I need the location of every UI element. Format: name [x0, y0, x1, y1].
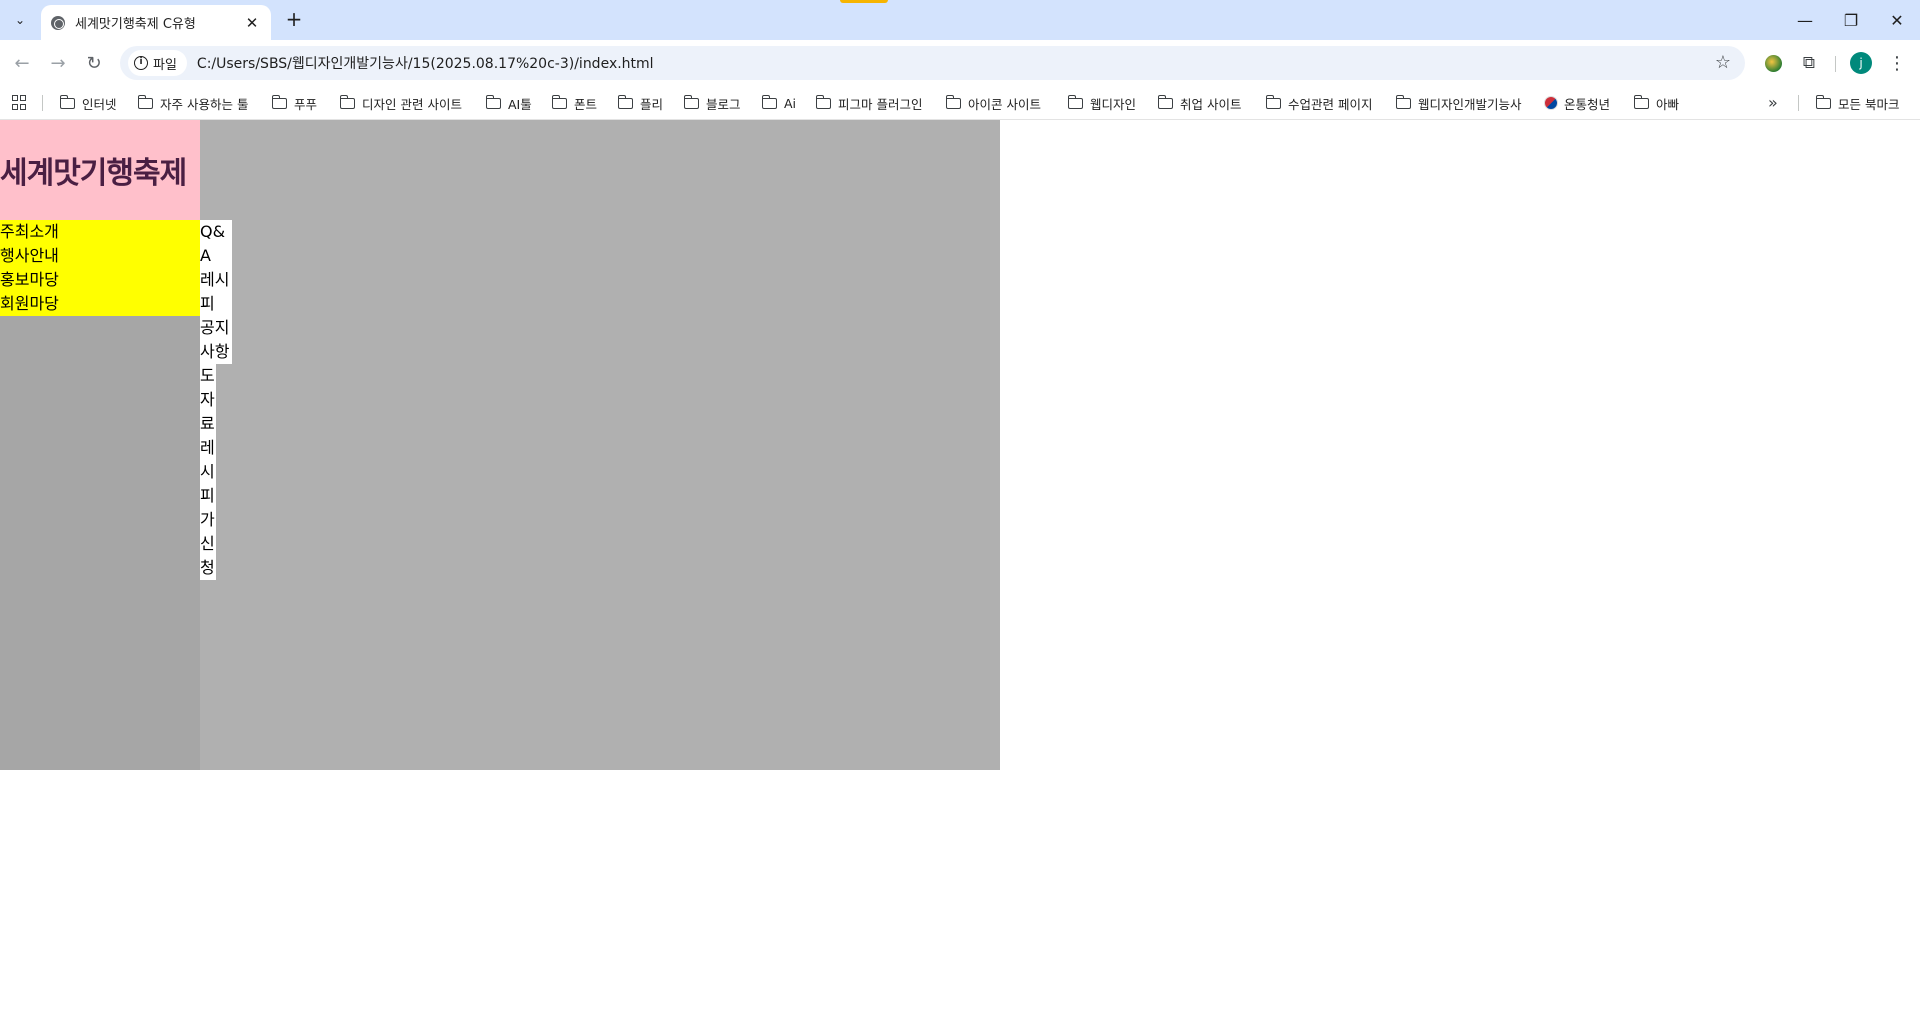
- bookmarks-divider: [1798, 95, 1799, 111]
- minimize-icon[interactable]: —: [1782, 6, 1828, 34]
- reload-icon[interactable]: ↻: [80, 49, 108, 77]
- submenu-item-recipe-apply[interactable]: 레시피가신청: [200, 436, 216, 580]
- browser-toolbar: ← → ↻ i 파일 C:/Users/SBS/웹디자인개발기능사/15(202…: [0, 40, 1920, 86]
- url-text[interactable]: C:/Users/SBS/웹디자인개발기능사/15(2025.08.17%20c…: [197, 53, 654, 73]
- tab-close-icon[interactable]: ✕: [243, 14, 261, 32]
- bookmark-star-icon[interactable]: ☆: [1715, 52, 1731, 73]
- forward-arrow-icon[interactable]: →: [44, 49, 72, 77]
- folder-icon: [761, 94, 777, 109]
- page-viewport: 세계맛기행축제 주최소개 행사안내 홍보마당 회원마당 Q&A 레시피 공지사항…: [0, 120, 1920, 1035]
- address-bar[interactable]: i 파일 C:/Users/SBS/웹디자인개발기능사/15(2025.08.1…: [120, 46, 1745, 80]
- bookmark-link[interactable]: 온통청년: [1544, 86, 1610, 120]
- back-arrow-icon[interactable]: ←: [8, 49, 36, 77]
- bookmark-folder[interactable]: Ai: [761, 86, 796, 120]
- bookmark-folder[interactable]: 디자인 관련 사이트: [339, 86, 462, 120]
- tab-group-indicator: [840, 0, 888, 3]
- bookmark-folder[interactable]: 폰트: [551, 86, 597, 120]
- globe-icon: [51, 15, 65, 30]
- new-tab-plus-icon[interactable]: +: [282, 8, 306, 32]
- bookmark-folder[interactable]: 플리: [617, 86, 663, 120]
- submenu-item-qna[interactable]: Q&A: [200, 220, 232, 268]
- folder-icon: [551, 94, 567, 109]
- bookmark-folder[interactable]: 아빠: [1633, 86, 1679, 120]
- folder-icon: [271, 94, 287, 109]
- bookmark-folder[interactable]: 블로그: [683, 86, 741, 120]
- left-column: 세계맛기행축제 주최소개 행사안내 홍보마당 회원마당: [0, 120, 200, 770]
- menu-item-host-intro[interactable]: 주최소개: [0, 220, 200, 244]
- profile-initial: j: [1850, 52, 1872, 74]
- menu-item-members[interactable]: 회원마당: [0, 292, 200, 316]
- info-icon: i: [134, 56, 148, 70]
- active-tab[interactable]: 세계맛기행축제 C유형 ✕: [41, 5, 271, 40]
- bookmark-folder[interactable]: 인터넷: [59, 86, 117, 120]
- folder-icon: [1157, 94, 1173, 109]
- site-chip-label: 파일: [153, 57, 177, 73]
- profile-avatar[interactable]: j: [1848, 50, 1874, 76]
- bookmark-folder[interactable]: 취업 사이트: [1157, 86, 1241, 120]
- apps-grid-icon[interactable]: [12, 95, 28, 111]
- bookmark-folder[interactable]: 푸푸: [271, 86, 317, 120]
- bookmark-folder[interactable]: 아이콘 사이트: [945, 86, 1041, 120]
- tab-title: 세계맛기행축제 C유형: [75, 17, 196, 32]
- folder-icon: [617, 94, 633, 109]
- bookmark-folder[interactable]: AI툴: [485, 86, 532, 120]
- folder-icon: [339, 94, 355, 109]
- folder-icon: [1633, 94, 1649, 109]
- logo-area[interactable]: 세계맛기행축제: [0, 120, 200, 220]
- folder-icon: [945, 94, 961, 109]
- extensions-puzzle-icon[interactable]: ⧉: [1796, 50, 1822, 76]
- page-wrapper: 세계맛기행축제 주최소개 행사안내 홍보마당 회원마당 Q&A 레시피 공지사항…: [0, 120, 1000, 770]
- sub-menu: Q&A 레시피 공지사항 도자료 레시피가신청: [200, 220, 232, 580]
- folder-icon: [683, 94, 699, 109]
- folder-icon: [1067, 94, 1083, 109]
- folder-icon: [1395, 94, 1411, 109]
- main-menu: 주최소개 행사안내 홍보마당 회원마당: [0, 220, 200, 316]
- all-bookmarks-folder[interactable]: 모든 북마크: [1815, 86, 1899, 120]
- menu-item-promotion[interactable]: 홍보마당: [0, 268, 200, 292]
- submenu-item-recipe[interactable]: 레시피: [200, 268, 232, 316]
- bookmarks-bar: 인터넷 자주 사용하는 툴 푸푸 디자인 관련 사이트 AI툴 폰트 플리 블로…: [0, 86, 1920, 120]
- bookmarks-divider: [42, 95, 43, 111]
- tab-search-chevron-icon[interactable]: ⌄: [8, 8, 32, 32]
- menu-kebab-icon[interactable]: ⋮: [1884, 50, 1910, 76]
- window-close-icon[interactable]: ✕: [1874, 6, 1920, 34]
- folder-icon: [815, 94, 831, 109]
- restore-icon[interactable]: ❐: [1828, 6, 1874, 34]
- bookmark-folder[interactable]: 피그마 플러그인: [815, 86, 922, 120]
- bookmark-folder[interactable]: 웹디자인개발기능사: [1395, 86, 1522, 120]
- bookmark-folder[interactable]: 수업관련 페이지: [1265, 86, 1372, 120]
- more-bookmarks-chevron-icon[interactable]: »: [1768, 93, 1778, 112]
- submenu-item-press[interactable]: 도자료: [200, 364, 216, 436]
- korea-flag-icon: [1544, 96, 1558, 110]
- folder-icon: [1815, 94, 1831, 109]
- tab-strip: ⌄ 세계맛기행축제 C유형 ✕ + — ❐ ✕: [0, 0, 1920, 40]
- submenu-item-notice[interactable]: 공지사항: [200, 316, 232, 364]
- extension-globe-icon[interactable]: [1760, 50, 1786, 76]
- toolbar-divider: [1835, 56, 1836, 72]
- folder-icon: [485, 94, 501, 109]
- logo-text: 세계맛기행축제: [0, 156, 187, 191]
- folder-icon: [59, 94, 75, 109]
- folder-icon: [137, 94, 153, 109]
- bookmark-folder[interactable]: 자주 사용하는 툴: [137, 86, 248, 120]
- menu-item-event-info[interactable]: 행사안내: [0, 244, 200, 268]
- site-info-chip[interactable]: i 파일: [128, 50, 187, 76]
- bookmark-folder[interactable]: 웹디자인: [1067, 86, 1136, 120]
- folder-icon: [1265, 94, 1281, 109]
